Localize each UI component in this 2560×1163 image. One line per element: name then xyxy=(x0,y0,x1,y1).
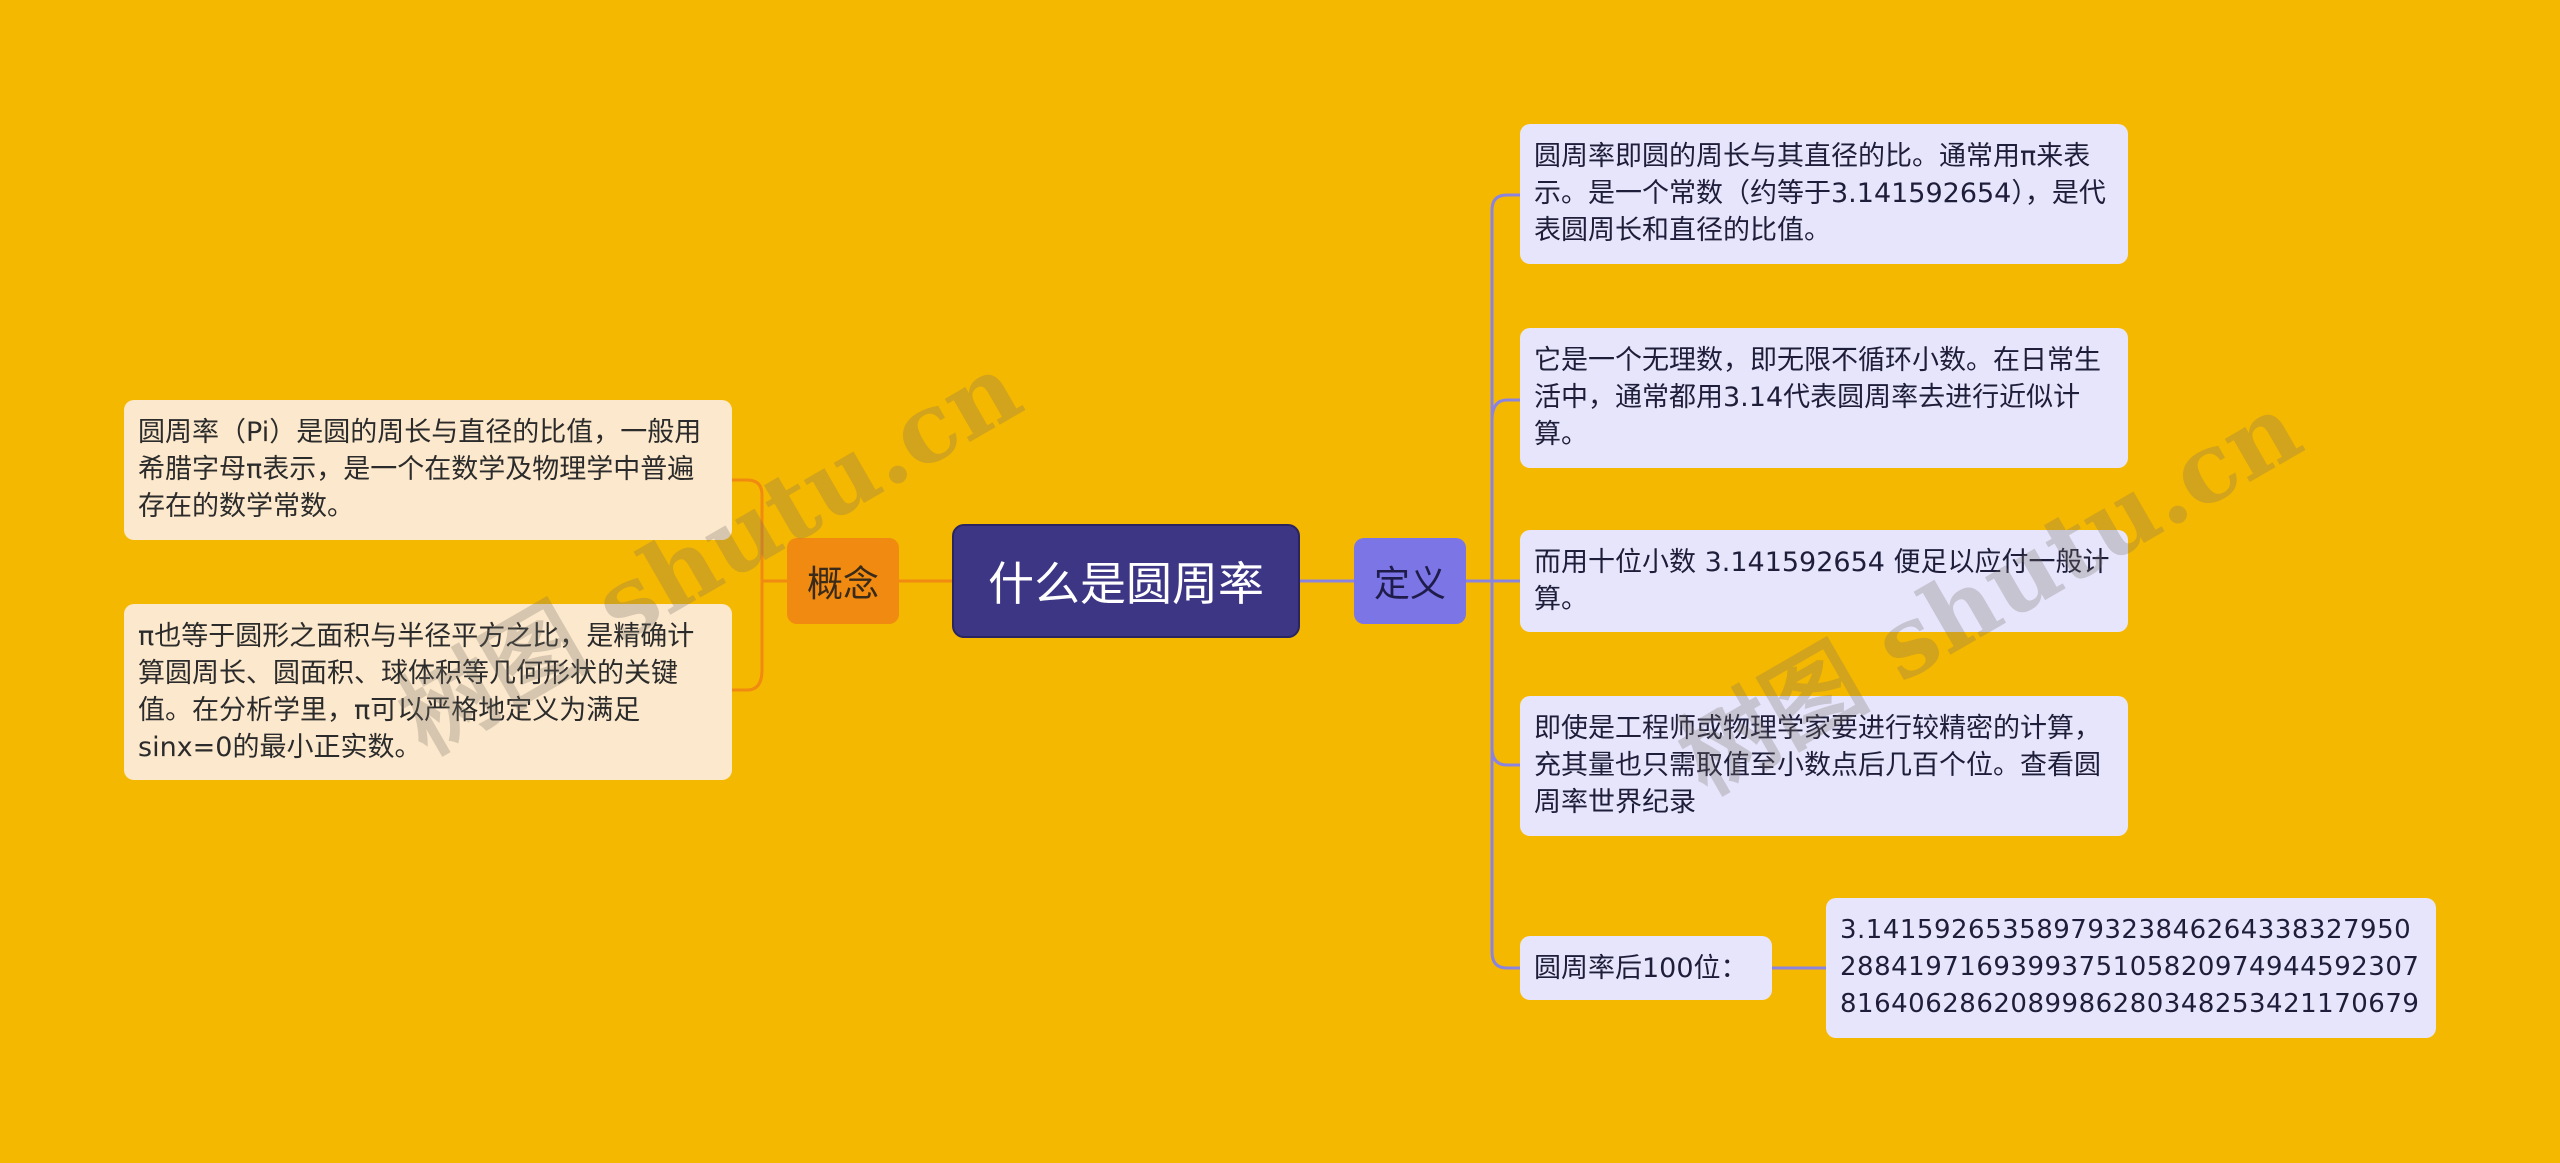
link-right-leaf-1 xyxy=(1490,193,1520,581)
concept-leaf-1-text: 圆周率（Pi）是圆的周长与直径的比值，一般用希腊字母π表示，是一个在数学及物理学… xyxy=(138,417,702,522)
link-right-leaf-2 xyxy=(1490,398,1520,421)
definition-leaf-5-text: 圆周率后100位： xyxy=(1534,952,1748,984)
definition-leaf-1[interactable]: 圆周率即圆的周长与其直径的比。通常用π来表示。是一个常数（约等于3.141592… xyxy=(1520,124,2128,264)
branch-concept[interactable]: 概念 xyxy=(787,538,899,624)
definition-leaf-4[interactable]: 即使是工程师或物理学家要进行较精密的计算，充其量也只需取值至小数点后几百个位。查… xyxy=(1520,696,2128,836)
definition-leaf-3-text: 而用十位小数 3.141592654 便足以应付一般计算。 xyxy=(1534,547,2110,615)
link-left-leaf-1 xyxy=(732,478,787,583)
link-right-leaf-5 xyxy=(1490,748,1520,970)
definition-leaf-2-text: 它是一个无理数，即无限不循环小数。在日常生活中，通常都用3.14代表圆周率去进行… xyxy=(1534,345,2101,450)
link-left-leaf-2 xyxy=(732,581,764,692)
root-topic-label: 什么是圆周率 xyxy=(988,557,1264,611)
root-topic[interactable]: 什么是圆周率 xyxy=(952,524,1300,638)
definition-leaf-1-text: 圆周率即圆的周长与其直径的比。通常用π来表示。是一个常数（约等于3.141592… xyxy=(1534,141,2106,246)
concept-leaf-2-text: π也等于圆形之面积与半径平方之比，是精确计算圆周长、圆面积、球体积等几何形状的关… xyxy=(138,621,695,763)
pi-digits-text: 3.14159265358979323846264338327950288419… xyxy=(1840,915,2420,1019)
branch-concept-label: 概念 xyxy=(806,564,879,605)
branch-definition[interactable]: 定义 xyxy=(1354,538,1466,624)
definition-leaf-4-text: 即使是工程师或物理学家要进行较精密的计算，充其量也只需取值至小数点后几百个位。查… xyxy=(1534,713,2101,818)
link-right-leaf-4 xyxy=(1490,581,1520,767)
concept-leaf-2[interactable]: π也等于圆形之面积与半径平方之比，是精确计算圆周长、圆面积、球体积等几何形状的关… xyxy=(124,604,732,780)
branch-definition-label: 定义 xyxy=(1373,564,1446,605)
definition-leaf-5[interactable]: 圆周率后100位： xyxy=(1520,936,1772,1000)
definition-leaf-3[interactable]: 而用十位小数 3.141592654 便足以应付一般计算。 xyxy=(1520,530,2128,632)
concept-leaf-1[interactable]: 圆周率（Pi）是圆的周长与直径的比值，一般用希腊字母π表示，是一个在数学及物理学… xyxy=(124,400,732,540)
pi-digits-node[interactable]: 3.14159265358979323846264338327950288419… xyxy=(1826,898,2436,1038)
definition-leaf-2[interactable]: 它是一个无理数，即无限不循环小数。在日常生活中，通常都用3.14代表圆周率去进行… xyxy=(1520,328,2128,468)
mind-map-canvas: 什么是圆周率 概念 圆周率（Pi）是圆的周长与直径的比值，一般用希腊字母π表示，… xyxy=(0,0,2560,1163)
